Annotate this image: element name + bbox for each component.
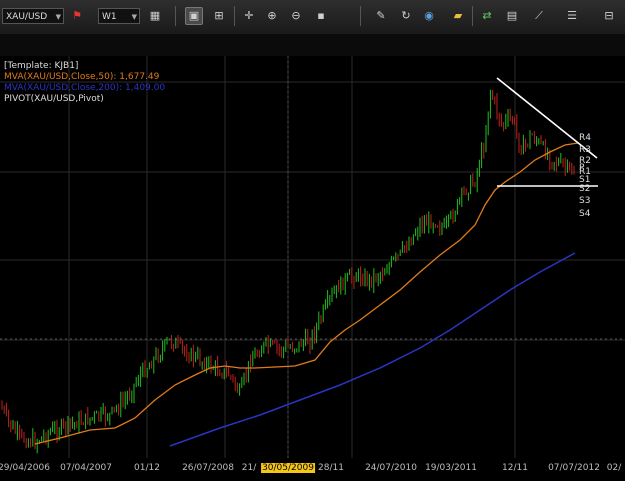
time-label: 02/ [606, 463, 622, 473]
time-label: 19/03/2011 [425, 463, 477, 473]
divider [360, 6, 361, 26]
mva200-label[interactable]: MVA(XAU/USD,Close,200): 1,409.00 [4, 83, 165, 94]
zoom-out-icon[interactable]: ⊖ [287, 7, 305, 25]
toolbar: XAU/USD ▼ ⚑ W1 ▼ ▦ ▣ ⊞ ✛ ⊕ ⊖ ▪ ✎ ↻ ◉ ▰ ⇄ ▤… [0, 0, 625, 35]
ruler-icon[interactable]: ▰ [449, 7, 467, 25]
drawing-icon[interactable]: ⟋ [530, 7, 548, 25]
mva50-line [34, 142, 579, 445]
window-icon[interactable]: ▤ [503, 7, 521, 25]
list-icon[interactable]: ☰ [563, 7, 581, 25]
crosshair-time-label: 30/05/2009 [261, 463, 315, 473]
layout-icon[interactable]: ⊞ [210, 7, 228, 25]
color-icon[interactable]: ✎ [372, 7, 390, 25]
lock-icon[interactable]: ⊟ [600, 7, 618, 25]
price-chart[interactable] [0, 56, 625, 458]
time-label: 01/12 [134, 463, 160, 473]
mva50-label[interactable]: MVA(XAU/USD,Close,50): 1,677.49 [4, 72, 165, 83]
template-icon[interactable]: ▣ [185, 7, 203, 25]
pivot-label[interactable]: PIVOT(XAU/USD,Pivot) [4, 94, 165, 105]
timeframe-select[interactable]: W1 ▼ [98, 8, 140, 24]
time-label: 21/ [241, 463, 257, 473]
chart-type-icon[interactable]: ▦ [146, 7, 164, 25]
pivot-r4: R4 [579, 133, 591, 143]
pivot-s3: S3 [579, 196, 591, 206]
flag-icon[interactable]: ⚑ [68, 7, 86, 25]
crosshair-icon[interactable]: ✛ [240, 7, 258, 25]
globe-icon[interactable]: ◉ [420, 7, 438, 25]
time-label: 07/07/2012 [548, 463, 600, 473]
toolbar-strip [0, 34, 625, 56]
pivot-s4: S4 [579, 209, 591, 219]
time-label: 28/11 [318, 463, 344, 473]
time-label: 29/04/2006 [0, 463, 50, 473]
zoom-in-icon[interactable]: ⊕ [263, 7, 281, 25]
time-axis: 29/04/2006 07/04/2007 01/12 26/07/2008 2… [0, 458, 625, 481]
cursor-icon[interactable]: ▪ [312, 7, 330, 25]
chevron-down-icon: ▼ [55, 13, 61, 21]
symbol-select[interactable]: XAU/USD ▼ [2, 8, 64, 24]
time-label: 07/04/2007 [60, 463, 112, 473]
symbol-value: XAU/USD [6, 12, 48, 22]
pivot-r3: R3 [579, 145, 591, 155]
mva200-line [169, 252, 576, 447]
chevron-down-icon: ▼ [131, 13, 137, 21]
divider [175, 6, 176, 26]
timeframe-value: W1 [102, 12, 117, 22]
template-label: [Template: KJB1] [4, 61, 79, 71]
trade-icon[interactable]: ⇄ [478, 7, 496, 25]
pivot-s2: S2 [579, 184, 591, 194]
divider [234, 6, 235, 26]
time-label: 24/07/2010 [365, 463, 417, 473]
time-label: 26/07/2008 [182, 463, 234, 473]
indicator-legend: [Template: KJB1] MVA(XAU/USD,Close,50): … [4, 61, 165, 105]
refresh-icon[interactable]: ↻ [397, 7, 415, 25]
time-label: 12/11 [502, 463, 528, 473]
divider [472, 6, 473, 26]
